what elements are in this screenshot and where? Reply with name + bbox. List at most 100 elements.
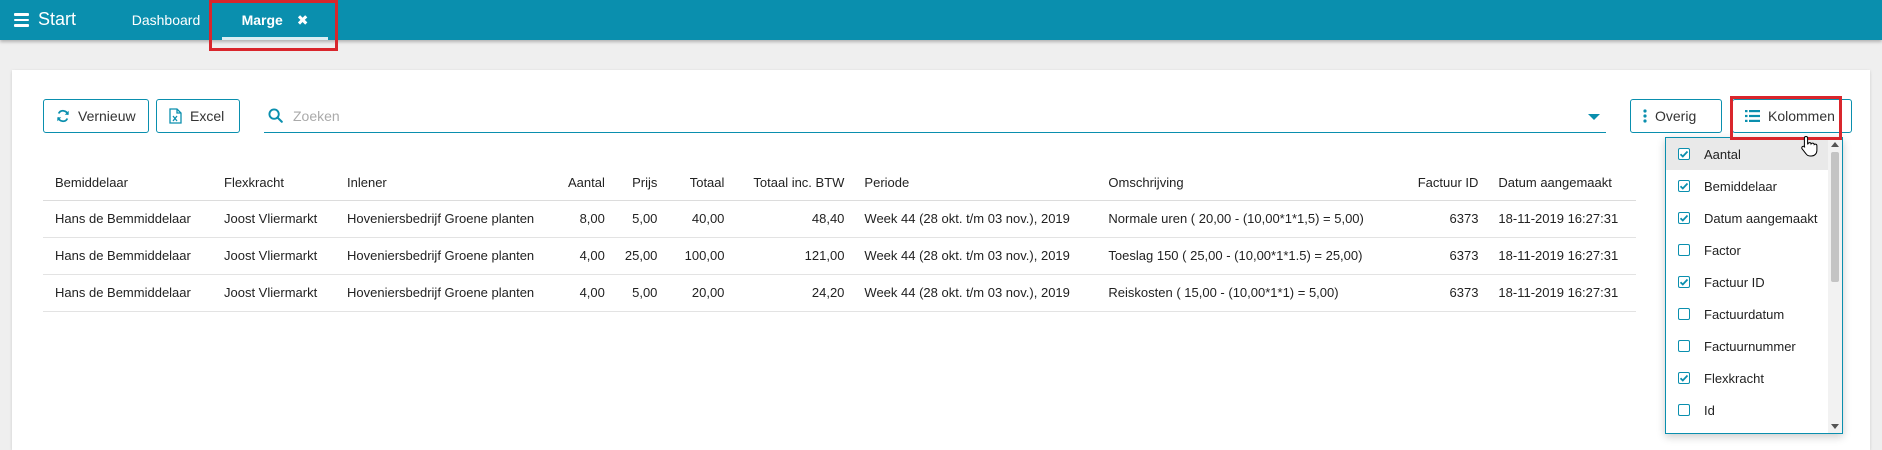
column-option[interactable]: Factor xyxy=(1666,234,1842,266)
scroll-down-icon[interactable] xyxy=(1831,424,1839,429)
cell-flexkracht: Joost Vliermarkt xyxy=(212,200,335,238)
column-option-label: Bemiddelaar xyxy=(1704,178,1777,194)
cell-totaal: 100,00 xyxy=(665,237,733,275)
cell-datum: 18-11-2019 16:27:31 xyxy=(1486,200,1637,238)
column-header[interactable]: Omschrijving xyxy=(1096,166,1394,201)
column-header[interactable]: Flexkracht xyxy=(212,166,335,201)
checkbox[interactable] xyxy=(1678,276,1690,288)
table-header-row: Bemiddelaar Flexkracht Inlener Aantal Pr… xyxy=(43,166,1637,201)
cell-omschrijving: Toeslag 150 ( 25,00 - (10,00*1*1.5) = 25… xyxy=(1096,237,1394,275)
refresh-button[interactable]: Vernieuw xyxy=(43,99,149,133)
close-icon[interactable]: ✖ xyxy=(297,0,309,40)
column-header[interactable]: Bemiddelaar xyxy=(43,166,212,201)
cell-totaal-btw: 48,40 xyxy=(732,200,853,238)
column-option[interactable]: Id xyxy=(1666,394,1842,426)
table-row[interactable]: Hans de Bemmiddelaar Joost Vliermarkt Ho… xyxy=(43,200,1637,238)
column-option-label: Id xyxy=(1704,402,1715,418)
menu-icon[interactable] xyxy=(14,13,29,27)
scroll-up-icon[interactable] xyxy=(1831,142,1839,147)
column-option-label: Factor xyxy=(1704,242,1741,258)
excel-export-button[interactable]: Excel xyxy=(156,99,240,133)
cell-totaal: 40,00 xyxy=(665,200,733,238)
column-header[interactable]: Periode xyxy=(852,166,1097,201)
cell-totaal-btw: 24,20 xyxy=(732,274,853,312)
table-row[interactable]: Hans de Bemmiddelaar Joost Vliermarkt Ho… xyxy=(43,274,1637,312)
cell-datum: 18-11-2019 16:27:31 xyxy=(1486,237,1637,275)
cell-bemiddelaar: Hans de Bemmiddelaar xyxy=(43,237,212,275)
checkbox[interactable] xyxy=(1678,180,1690,192)
cell-aantal: 4,00 xyxy=(556,237,613,275)
content-card: Vernieuw Excel Overig Kolommen Bemiddela… xyxy=(12,70,1870,450)
tab-marge[interactable]: Marge ✖ xyxy=(222,0,328,40)
column-header[interactable]: Datum aangemaakt xyxy=(1486,166,1637,201)
cell-inlener: Hoveniersbedrijf Groene planten xyxy=(335,237,556,275)
tab-marge-label: Marge xyxy=(241,12,283,28)
refresh-label: Vernieuw xyxy=(78,108,136,124)
cell-inlener: Hoveniersbedrijf Groene planten xyxy=(335,200,556,238)
tab-dashboard[interactable]: Dashboard xyxy=(120,0,212,40)
column-header[interactable]: Inlener xyxy=(335,166,556,201)
checkbox[interactable] xyxy=(1678,308,1690,320)
cell-periode: Week 44 (28 okt. t/m 03 nov.), 2019 xyxy=(852,274,1097,312)
column-header[interactable]: Prijs xyxy=(612,166,666,201)
column-option[interactable]: Factuurdatum xyxy=(1666,298,1842,330)
cell-factuur-id: 6373 xyxy=(1393,237,1487,275)
more-vertical-icon xyxy=(1643,109,1647,123)
checkmark-icon xyxy=(1679,278,1689,286)
tab-dashboard-label: Dashboard xyxy=(131,12,201,28)
checkbox[interactable] xyxy=(1678,372,1690,384)
list-icon xyxy=(1745,110,1760,122)
checkbox[interactable] xyxy=(1678,340,1690,352)
column-option[interactable]: Factuurnummer xyxy=(1666,330,1842,362)
checkbox[interactable] xyxy=(1678,244,1690,256)
table-row[interactable]: Hans de Bemmiddelaar Joost Vliermarkt Ho… xyxy=(43,237,1637,275)
hand-cursor-icon xyxy=(1800,135,1818,162)
chevron-down-icon[interactable] xyxy=(1588,114,1600,120)
active-tab-indicator xyxy=(222,37,328,40)
column-option-label: Flexkracht xyxy=(1704,370,1764,386)
cell-bemiddelaar: Hans de Bemmiddelaar xyxy=(43,200,212,238)
excel-label: Excel xyxy=(190,108,225,124)
cell-aantal: 4,00 xyxy=(556,274,613,312)
refresh-icon xyxy=(56,109,70,123)
excel-file-icon xyxy=(169,108,182,124)
column-option[interactable]: Factuur ID xyxy=(1666,266,1842,298)
cell-bemiddelaar: Hans de Bemmiddelaar xyxy=(43,274,212,312)
cell-prijs: 5,00 xyxy=(612,274,666,312)
column-option[interactable]: Bemiddelaar xyxy=(1666,170,1842,202)
columns-label: Kolommen xyxy=(1768,108,1835,124)
cell-periode: Week 44 (28 okt. t/m 03 nov.), 2019 xyxy=(852,237,1097,275)
checkmark-icon xyxy=(1679,182,1689,190)
cell-inlener: Hoveniersbedrijf Groene planten xyxy=(335,274,556,312)
column-header[interactable]: Totaal inc. BTW xyxy=(732,166,853,201)
columns-dropdown: Aantal Bemiddelaar Datum aangemaakt Fact… xyxy=(1665,137,1843,434)
cell-totaal-btw: 121,00 xyxy=(732,237,853,275)
cell-periode: Week 44 (28 okt. t/m 03 nov.), 2019 xyxy=(852,200,1097,238)
column-option[interactable]: Flexkracht xyxy=(1666,362,1842,394)
other-button[interactable]: Overig xyxy=(1630,99,1722,133)
cell-flexkracht: Joost Vliermarkt xyxy=(212,237,335,275)
brand-start[interactable]: Start xyxy=(38,9,76,30)
top-navigation-bar: Start Dashboard Marge ✖ xyxy=(0,0,1882,40)
dropdown-scrollbar[interactable] xyxy=(1828,138,1842,433)
cell-prijs: 5,00 xyxy=(612,200,666,238)
checkbox[interactable] xyxy=(1678,404,1690,416)
cell-prijs: 25,00 xyxy=(612,237,666,275)
column-option[interactable] xyxy=(1666,426,1842,433)
column-option-label: Datum aangemaakt xyxy=(1704,210,1818,226)
column-header[interactable]: Aantal xyxy=(556,166,613,201)
columns-button[interactable]: Kolommen xyxy=(1732,99,1852,133)
cell-factuur-id: 6373 xyxy=(1393,200,1487,238)
column-header[interactable]: Totaal xyxy=(665,166,733,201)
column-option[interactable]: Datum aangemaakt xyxy=(1666,202,1842,234)
search-input[interactable] xyxy=(291,106,1491,125)
cell-omschrijving: Normale uren ( 20,00 - (10,00*1*1,5) = 5… xyxy=(1096,200,1394,238)
checkbox[interactable] xyxy=(1678,212,1690,224)
checkbox[interactable] xyxy=(1678,148,1690,160)
column-option-label: Aantal xyxy=(1704,146,1741,162)
cell-aantal: 8,00 xyxy=(556,200,613,238)
search-box xyxy=(264,99,1606,133)
column-header[interactable]: Factuur ID xyxy=(1393,166,1487,201)
scrollbar-thumb[interactable] xyxy=(1831,152,1839,282)
search-icon xyxy=(268,108,283,123)
